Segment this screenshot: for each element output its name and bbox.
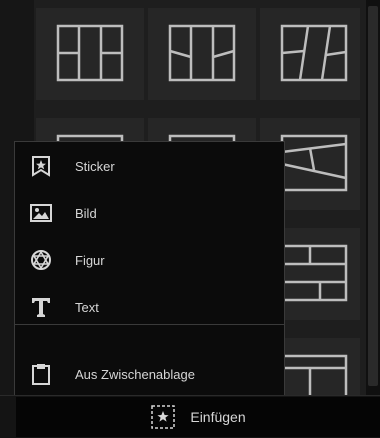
menu-separator <box>15 324 284 325</box>
scrollbar-thumb[interactable] <box>368 6 378 386</box>
clipboard-icon <box>21 351 61 397</box>
insert-button-label: Einfügen <box>190 409 246 425</box>
collage-layout-icon <box>168 24 236 82</box>
menu-item-label: Aus Zwischenablage <box>75 366 195 382</box>
collage-layout-icon <box>280 244 348 302</box>
menu-item-label: Text <box>75 299 99 315</box>
collage-layout-icon <box>56 24 124 82</box>
insert-context-menu: Sticker Bild Figur Text Aus Zwischenabla… <box>14 141 285 397</box>
insert-button[interactable]: Einfügen <box>16 397 380 437</box>
layout-tile[interactable] <box>260 8 360 100</box>
sticker-icon <box>150 404 176 430</box>
bottom-bar: Einfügen <box>0 395 380 438</box>
collage-layout-icon <box>280 24 348 82</box>
menu-item-image[interactable]: Bild <box>15 190 284 236</box>
menu-item-label: Figur <box>75 252 105 268</box>
menu-item-sticker[interactable]: Sticker <box>15 143 284 189</box>
image-icon <box>21 190 61 236</box>
menu-item-paste-clipboard[interactable]: Aus Zwischenablage <box>15 351 284 397</box>
collage-layout-icon <box>280 354 348 395</box>
collage-layout-icon <box>280 134 348 192</box>
shape-icon <box>21 237 61 283</box>
menu-item-label: Bild <box>75 205 97 221</box>
menu-item-shape[interactable]: Figur <box>15 237 284 283</box>
menu-item-label: Sticker <box>75 158 115 174</box>
layout-tile[interactable] <box>36 8 144 100</box>
sticker-icon <box>21 143 61 189</box>
layout-tile[interactable] <box>148 8 256 100</box>
